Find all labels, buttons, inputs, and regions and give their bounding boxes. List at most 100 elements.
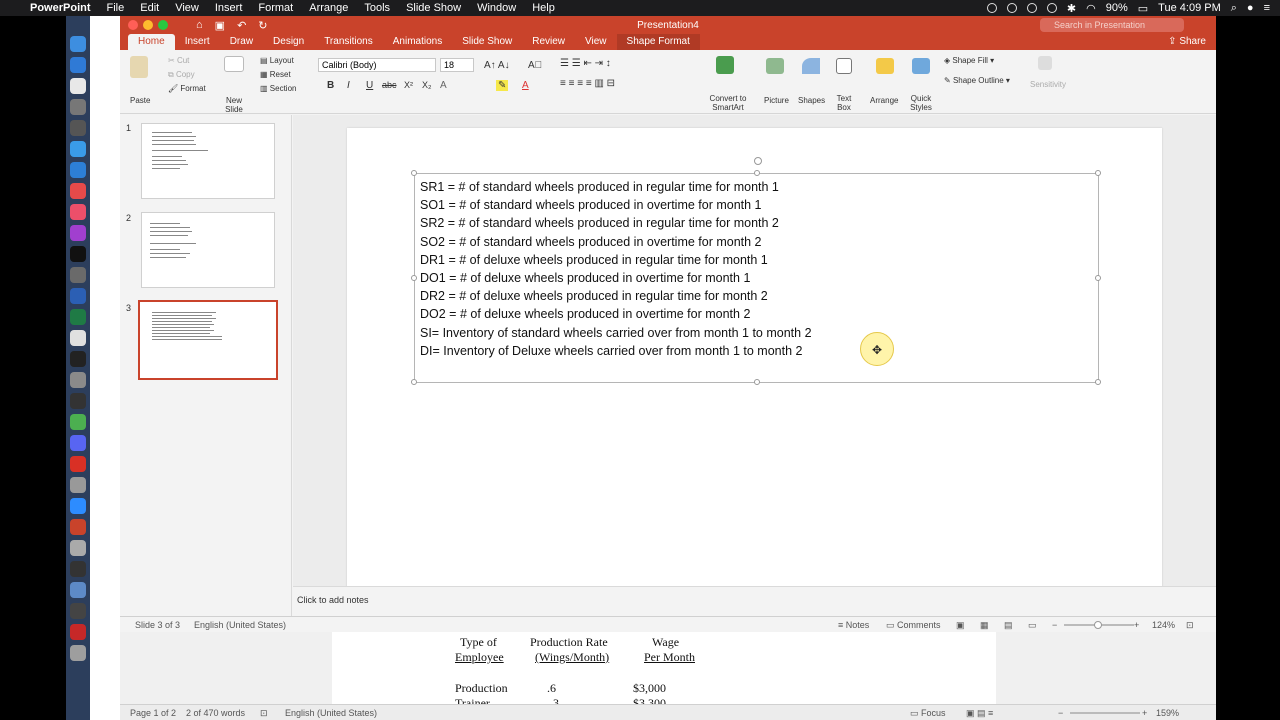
- layout-button[interactable]: ▤ Layout: [260, 56, 294, 65]
- tab-design[interactable]: Design: [263, 34, 314, 50]
- picture-icon[interactable]: [766, 58, 784, 74]
- app-icon[interactable]: [70, 372, 86, 388]
- close-window-button[interactable]: [128, 20, 138, 30]
- home-icon[interactable]: ⌂: [196, 19, 203, 32]
- text-line[interactable]: DO1 = # of deluxe wheels produced in ove…: [420, 269, 1095, 287]
- zoom-level[interactable]: 159%: [1156, 708, 1179, 718]
- finder-icon[interactable]: [70, 36, 86, 52]
- picture-button[interactable]: Picture: [764, 96, 789, 105]
- tab-insert[interactable]: Insert: [175, 34, 220, 50]
- app-icon[interactable]: [70, 393, 86, 409]
- slide-thumbnail-1[interactable]: [141, 123, 275, 199]
- menu-format[interactable]: Format: [258, 2, 293, 14]
- app-icon[interactable]: [70, 414, 86, 430]
- status-icon[interactable]: [986, 3, 997, 13]
- slideshow-icon[interactable]: ▭: [1028, 620, 1037, 631]
- section-button[interactable]: ▥ Section: [260, 84, 296, 93]
- menu-file[interactable]: File: [107, 2, 125, 14]
- app-icon[interactable]: [70, 162, 86, 178]
- text-line[interactable]: SO1 = # of standard wheels produced in o…: [420, 196, 1095, 214]
- folder-icon[interactable]: [70, 582, 86, 598]
- paste-button[interactable]: Paste: [130, 96, 150, 105]
- tab-transitions[interactable]: Transitions: [314, 34, 383, 50]
- share-button[interactable]: ⇪ Share: [1168, 34, 1206, 50]
- search-input[interactable]: Search in Presentation: [1040, 18, 1184, 32]
- quick-styles-button[interactable]: Quick Styles: [908, 94, 934, 112]
- reading-view-icon[interactable]: ▤: [1004, 620, 1013, 631]
- record-icon[interactable]: [70, 624, 86, 640]
- text-line[interactable]: DO2 = # of deluxe wheels produced in ove…: [420, 305, 1095, 323]
- bluetooth-icon[interactable]: ✱: [1067, 2, 1076, 15]
- terminal-icon[interactable]: [70, 351, 86, 367]
- safari-icon[interactable]: [70, 141, 86, 157]
- zoom-slider-knob[interactable]: [1094, 621, 1102, 629]
- menu-window[interactable]: Window: [477, 2, 516, 14]
- powerpoint-icon[interactable]: [70, 519, 86, 535]
- new-slide-icon[interactable]: [224, 56, 244, 72]
- zoom-out-button[interactable]: −: [1052, 620, 1057, 630]
- text-body[interactable]: SR1 = # of standard wheels produced in r…: [420, 178, 1095, 360]
- reset-button[interactable]: ▦ Reset: [260, 70, 291, 79]
- status-icon[interactable]: [1026, 3, 1037, 13]
- convert-smartart-button[interactable]: Convert to SmartArt: [706, 94, 750, 112]
- zoom-window-button[interactable]: [158, 20, 168, 30]
- word-count[interactable]: 2 of 470 words: [186, 708, 245, 718]
- podcasts-icon[interactable]: [70, 225, 86, 241]
- launchpad-icon[interactable]: [70, 120, 86, 136]
- resize-handle[interactable]: [411, 275, 417, 281]
- battery-icon[interactable]: ▭: [1138, 2, 1148, 15]
- italic-button[interactable]: I: [347, 80, 350, 91]
- wifi-icon[interactable]: ◠: [1086, 2, 1096, 15]
- view-icon[interactable]: ▣ ▤ ≡: [966, 708, 993, 719]
- bold-button[interactable]: B: [327, 80, 334, 91]
- strikethrough-button[interactable]: abc: [382, 80, 397, 90]
- grow-font-button[interactable]: A↑ A↓: [484, 60, 510, 71]
- status-icon[interactable]: [1006, 3, 1017, 13]
- search-icon[interactable]: ⌕: [1231, 2, 1237, 15]
- text-box[interactable]: SR1 = # of standard wheels produced in r…: [411, 157, 1101, 385]
- notes-pane[interactable]: Click to add notes: [293, 586, 1216, 616]
- clear-format-icon[interactable]: A⃠: [528, 60, 542, 71]
- highlight-icon[interactable]: ✎: [496, 80, 509, 91]
- focus-button[interactable]: ▭ Focus: [910, 708, 946, 719]
- comments-button[interactable]: ▭ Comments: [886, 620, 941, 631]
- new-slide-button[interactable]: New Slide: [220, 96, 248, 114]
- tv-icon[interactable]: [70, 246, 86, 262]
- tab-home[interactable]: Home: [128, 34, 175, 50]
- fit-to-window-icon[interactable]: ⊡: [1186, 620, 1194, 631]
- resize-handle[interactable]: [411, 170, 417, 176]
- zoom-slider[interactable]: [1070, 712, 1140, 714]
- app-menu[interactable]: PowerPoint: [30, 2, 91, 14]
- slide-thumbnail-3[interactable]: [138, 300, 278, 380]
- menu-slideshow[interactable]: Slide Show: [406, 2, 461, 14]
- text-line[interactable]: SO2 = # of standard wheels produced in o…: [420, 233, 1095, 251]
- resize-handle[interactable]: [754, 170, 760, 176]
- notes-button[interactable]: ≡ Notes: [838, 620, 869, 630]
- settings-icon[interactable]: [70, 99, 86, 115]
- text-line[interactable]: SR2 = # of standard wheels produced in r…: [420, 214, 1095, 232]
- proofing-icon[interactable]: ⊡: [260, 708, 268, 719]
- tab-review[interactable]: Review: [522, 34, 575, 50]
- text-line[interactable]: SI= Inventory of standard wheels carried…: [420, 324, 1095, 342]
- app-icon[interactable]: [70, 183, 86, 199]
- resize-handle[interactable]: [411, 379, 417, 385]
- app-icon[interactable]: [70, 540, 86, 556]
- paste-icon[interactable]: [130, 56, 148, 78]
- align-icon[interactable]: ≡ ≡ ≡ ≡ ▥ ⊟: [560, 78, 615, 89]
- arrange-button[interactable]: Arrange: [870, 96, 898, 105]
- copy-button[interactable]: ⧉ Copy: [168, 70, 195, 80]
- music-icon[interactable]: [70, 204, 86, 220]
- text-line[interactable]: SR1 = # of standard wheels produced in r…: [420, 178, 1095, 196]
- language-status[interactable]: English (United States): [285, 708, 377, 718]
- shapes-button[interactable]: Shapes: [798, 96, 825, 105]
- smartart-icon[interactable]: [716, 56, 734, 74]
- format-painter-button[interactable]: 🖌 Format: [168, 84, 206, 93]
- resize-handle[interactable]: [1095, 170, 1101, 176]
- control-center-icon[interactable]: ≡: [1264, 2, 1270, 14]
- menu-insert[interactable]: Insert: [215, 2, 243, 14]
- excel-icon[interactable]: [70, 309, 86, 325]
- save-icon[interactable]: ▣: [215, 19, 225, 32]
- menu-tools[interactable]: Tools: [364, 2, 390, 14]
- user-icon[interactable]: ●: [1247, 2, 1254, 14]
- zoom-icon[interactable]: [70, 498, 86, 514]
